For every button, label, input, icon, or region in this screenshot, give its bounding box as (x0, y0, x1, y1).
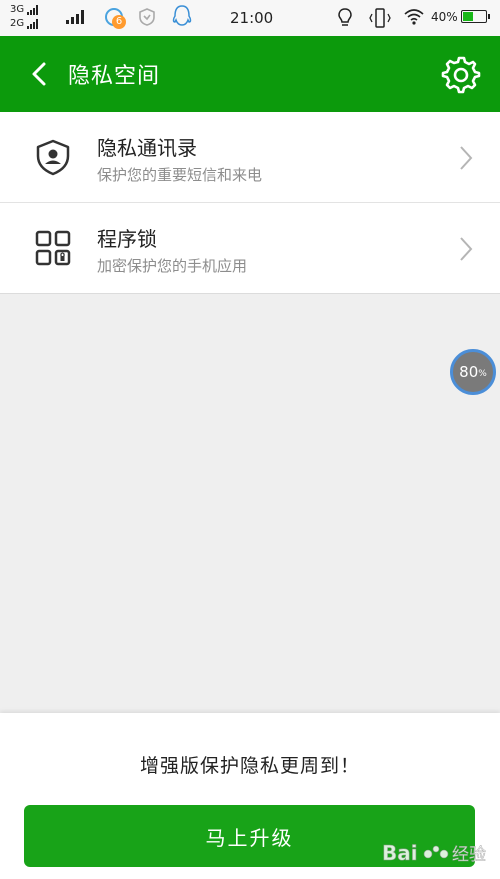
signal-icon (27, 5, 39, 15)
signal-icon (27, 19, 39, 29)
svg-text:经验: 经验 (452, 845, 486, 865)
svg-text:Bai: Bai (382, 841, 418, 865)
item-title: 程序锁 (97, 227, 157, 251)
item-title: 隐私通讯录 (97, 136, 197, 160)
paw-icon: Bai 经验 (382, 841, 487, 866)
vibrate-icon (369, 8, 391, 28)
app-lock-icon (35, 230, 71, 266)
app-header: 隐私空间 (0, 36, 500, 112)
feature-list: 隐私通讯录 保护您的重要短信和来电 程序锁 加密保护您的手机应用 (0, 112, 500, 294)
back-arrow-icon[interactable] (28, 60, 52, 88)
shield-contact-icon (36, 139, 70, 176)
battery-icon (461, 10, 490, 23)
battery-percent: 40% (431, 10, 458, 24)
progress-value: 80 (459, 363, 479, 381)
gear-icon[interactable] (441, 54, 481, 94)
notification-badge: 6 (112, 15, 126, 29)
network-type-1: 3G (10, 4, 25, 15)
chevron-right-icon (460, 146, 473, 170)
baidu-watermark-logo: Bai 经验 (380, 830, 500, 875)
wifi-signal-bars-icon (66, 10, 84, 24)
chevron-right-icon (460, 237, 473, 261)
qq-icon (172, 5, 192, 26)
promo-text: 增强版保护隐私更周到！ (139, 755, 360, 777)
clock: 21:00 (230, 9, 274, 27)
bulb-icon (338, 8, 352, 26)
page-title: 隐私空间 (68, 64, 161, 89)
cellular-signals: 3G 2G (10, 3, 39, 31)
wifi-icon (404, 9, 424, 25)
list-item-app-lock[interactable]: 程序锁 加密保护您的手机应用 (0, 203, 500, 294)
item-subtitle: 保护您的重要短信和来电 (97, 166, 263, 184)
progress-unit: % (478, 369, 487, 379)
status-bar: 3G 2G 6 21:00 40% (0, 0, 500, 36)
item-subtitle: 加密保护您的手机应用 (97, 257, 248, 275)
list-item-private-contacts[interactable]: 隐私通讯录 保护您的重要短信和来电 (0, 112, 500, 203)
network-type-2: 2G (10, 18, 25, 29)
floating-memory-ball[interactable]: 80% (450, 349, 496, 395)
shield-notification-icon (139, 8, 155, 26)
